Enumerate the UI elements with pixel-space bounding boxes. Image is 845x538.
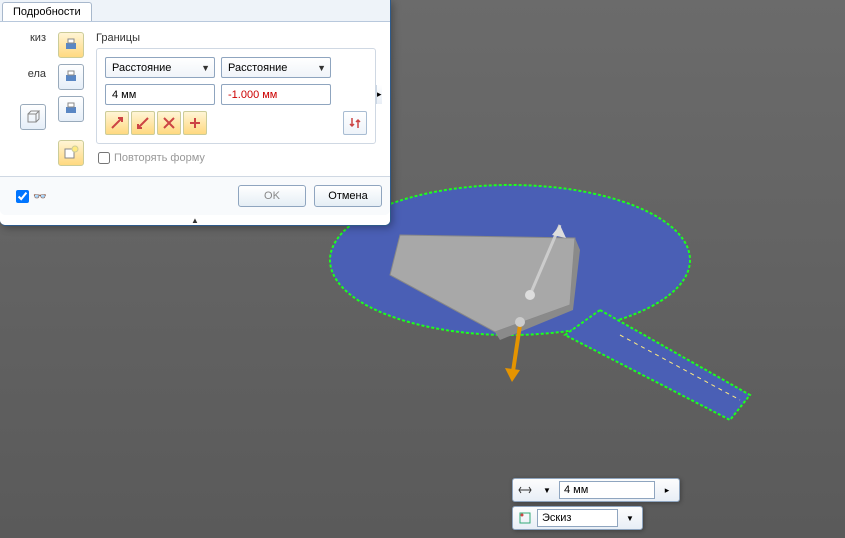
repeat-shape-label: Повторять форму [114,152,205,164]
direction-1-icon[interactable] [105,111,129,135]
limit2-combo[interactable]: Расстояние▼ [221,57,331,78]
spinner-icon[interactable]: ▸ [376,85,382,104]
bounds-group: Расстояние▼ Расстояние▼ ▸ ▸ [96,48,376,144]
dimension-floatbar[interactable]: ▼ 4 мм ▸ [512,478,680,502]
glasses-icon: 👓 [33,190,47,203]
ok-button[interactable]: OK [238,185,306,207]
sketch-floatbar[interactable]: Эскиз ▼ [512,506,643,530]
sketch-dropdown-icon[interactable]: ▼ [619,508,641,528]
direction-2-icon[interactable] [131,111,155,135]
swap-direction-icon[interactable] [343,111,367,135]
cube-icon[interactable] [20,104,46,130]
distance2-input[interactable]: ▸ [221,84,331,105]
preview-checkbox[interactable] [16,190,29,203]
dim-arrow-icon[interactable] [514,480,536,500]
dim-value-input[interactable]: 4 мм [559,481,655,499]
cancel-button[interactable]: Отмена [314,185,382,207]
limit1-combo[interactable]: Расстояние▼ [105,57,215,78]
dim-dropdown-icon[interactable]: ▼ [536,480,558,500]
sketch-combo[interactable]: Эскиз [537,509,618,527]
extrude-dialog: Подробности киз ела Границы Расстояние▼ … [0,0,391,226]
distance1-input[interactable]: ▸ [105,84,215,105]
label-sketch: киз [30,32,46,44]
label-body: ела [28,68,46,80]
chevron-down-icon: ▼ [201,63,210,73]
collapse-handle[interactable] [0,215,390,225]
print-mode-3-icon[interactable] [58,96,84,122]
sketch-icon[interactable] [514,508,536,528]
print-mode-2-icon[interactable] [58,64,84,90]
direction-3-icon[interactable] [157,111,181,135]
bounds-title: Границы [96,32,376,44]
tab-strip: Подробности [0,0,390,22]
chevron-down-icon: ▼ [317,63,326,73]
new-sketch-icon[interactable] [58,140,84,166]
tab-details[interactable]: Подробности [2,2,92,21]
direction-4-icon[interactable] [183,111,207,135]
repeat-shape-checkbox[interactable] [98,152,110,164]
dim-spinner-icon[interactable]: ▸ [656,480,678,500]
print-mode-1-icon[interactable] [58,32,84,58]
